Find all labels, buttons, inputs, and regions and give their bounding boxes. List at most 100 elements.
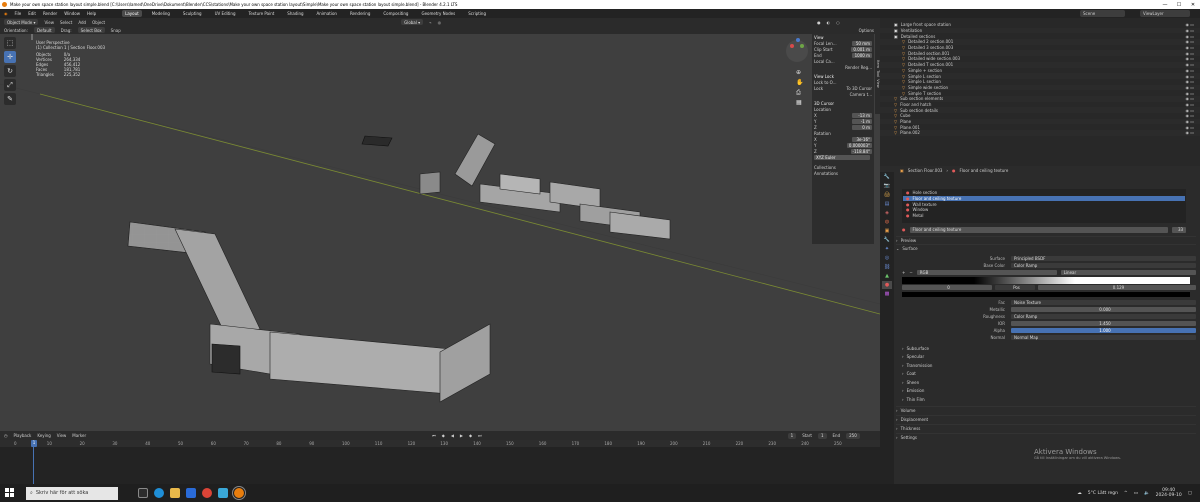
visibility-eye-icon[interactable]: ◉ ▭	[1185, 22, 1194, 27]
focal-length-field[interactable]: 50 mm	[852, 40, 872, 46]
roughness-input-field[interactable]: Color Ramp	[1011, 313, 1196, 320]
material-section-header[interactable]: › Volume	[896, 405, 1196, 415]
modifier-tab-icon[interactable]: 🔧	[882, 236, 892, 244]
menu-render[interactable]: Render	[43, 11, 57, 16]
photos-icon[interactable]	[218, 488, 228, 498]
perspective-toggle-icon[interactable]: ▦	[796, 98, 803, 108]
visibility-eye-icon[interactable]: ◉ ▭	[1185, 56, 1194, 61]
output-tab-icon[interactable]: 🖨	[882, 191, 892, 199]
material-section-header[interactable]: › Settings	[896, 432, 1196, 442]
shading-material-icon[interactable]: ◐	[827, 20, 831, 25]
bsdf-subsection-header[interactable]: › Sheen	[902, 378, 1196, 387]
render-tab-icon[interactable]: 📷	[882, 182, 892, 190]
visibility-eye-icon[interactable]: ◉ ▭	[1185, 85, 1194, 90]
weather-text[interactable]: 5°C Lätt regn	[1088, 491, 1118, 496]
bsdf-subsection-header[interactable]: › Coat	[902, 370, 1196, 379]
visibility-eye-icon[interactable]: ◉ ▭	[1185, 28, 1194, 33]
ramp-color-mode[interactable]: RGB	[916, 269, 1057, 276]
visibility-eye-icon[interactable]: ◉ ▭	[1185, 102, 1194, 107]
material-slot-list[interactable]: ● Hole section ● Floor and ceiling texture…	[902, 189, 1186, 223]
workspace-tab-uv-editing[interactable]: UV Editing	[212, 10, 239, 17]
proportional-edit-icon[interactable]: ◎	[438, 20, 442, 25]
collections-header[interactable]: Collections	[814, 165, 836, 170]
timeline-ruler[interactable]: 0 10 20 30 40 50 60 70 80 90 100 110 120 130 140 150 160…	[0, 440, 880, 447]
render-region-checkbox[interactable]: Render Reg...	[845, 65, 872, 70]
end-frame-field[interactable]: 250	[846, 432, 860, 439]
visibility-eye-icon[interactable]: ◉ ▭	[1185, 113, 1194, 118]
workspace-tab-scripting[interactable]: Scripting	[465, 10, 489, 17]
edge-browser-icon[interactable]	[154, 488, 164, 498]
workspace-tab-modeling[interactable]: Modeling	[149, 10, 173, 17]
data-tab-icon[interactable]: ▲	[882, 272, 892, 280]
visibility-eye-icon[interactable]: ◉ ▭	[1185, 51, 1194, 56]
normal-input-field[interactable]: Normal Map	[1011, 334, 1196, 341]
gizmo-y-axis-icon[interactable]	[800, 44, 804, 48]
user-count-field[interactable]: 33	[1172, 226, 1186, 233]
options-dropdown[interactable]: Options	[859, 28, 874, 33]
clock[interactable]: 09:40 2024-09-10	[1156, 488, 1182, 498]
play-reverse-icon[interactable]: ◀	[451, 433, 454, 438]
tool-tab-icon[interactable]: 🔧	[882, 173, 892, 181]
visibility-eye-icon[interactable]: ◉ ▭	[1185, 119, 1194, 124]
store-icon[interactable]	[186, 488, 196, 498]
preview-panel-header[interactable]: › Preview	[896, 236, 1196, 244]
particles-tab-icon[interactable]: ✦	[882, 245, 892, 253]
viewport-menu-object[interactable]: Object	[92, 20, 105, 25]
camera-view-icon[interactable]: ⎙	[796, 88, 803, 98]
base-color-field[interactable]: Color Ramp	[1011, 262, 1196, 269]
workspace-tab-layout[interactable]: Layout	[122, 10, 142, 17]
mode-selector[interactable]: Object Mode ▾	[4, 19, 39, 25]
object-tab-icon[interactable]: ▣	[882, 227, 892, 235]
add-stop-icon[interactable]: +	[902, 270, 905, 275]
ramp-interpolation[interactable]: Linear	[1060, 269, 1196, 276]
drag-selector[interactable]: Select Box	[77, 27, 105, 33]
prev-key-icon[interactable]: ◆	[442, 433, 445, 438]
select-tool-icon[interactable]: ⬚	[4, 37, 16, 49]
visibility-eye-icon[interactable]: ◉ ▭	[1185, 79, 1194, 84]
view-lock-header[interactable]: View Lock	[814, 74, 834, 79]
small-modules-group[interactable]	[361, 133, 671, 240]
material-section-header[interactable]: › Displacement	[896, 414, 1196, 424]
outliner-item[interactable]: ▽ Plane.002 ◉ ▭	[880, 130, 1200, 136]
visibility-eye-icon[interactable]: ◉ ▭	[1185, 45, 1194, 50]
scene-tab-icon[interactable]: ◈	[882, 209, 892, 217]
timeline-menu-view[interactable]: View	[57, 433, 67, 438]
zoom-icon[interactable]: ⊕	[796, 68, 803, 78]
tray-chevron-icon[interactable]: ^	[1124, 491, 1128, 496]
start-button-icon[interactable]	[5, 488, 14, 497]
material-slot[interactable]: ● Metal	[903, 213, 1185, 219]
bsdf-subsection-header[interactable]: › Specular	[902, 353, 1196, 362]
large-station-corridor[interactable]	[127, 221, 491, 403]
transform-orientation-selector[interactable]: Global ▾	[401, 19, 424, 25]
camera-to-view-checkbox[interactable]: Camera t...	[850, 92, 872, 97]
surface-panel-header[interactable]: ⌄ Surface	[896, 244, 1196, 252]
workspace-tab-sculpting[interactable]: Sculpting	[180, 10, 205, 17]
visibility-eye-icon[interactable]: ◉ ▭	[1185, 74, 1194, 79]
gizmo-x-axis-icon[interactable]	[790, 44, 794, 48]
3d-cursor-header[interactable]: 3D Cursor	[814, 101, 834, 106]
maximize-button[interactable]: ☐	[1172, 0, 1186, 9]
chrome-icon[interactable]	[202, 488, 212, 498]
workspace-tab-rendering[interactable]: Rendering	[347, 10, 373, 17]
workspace-tab-shading[interactable]: Shading	[284, 10, 306, 17]
location-y-field[interactable]: -1 m	[852, 118, 872, 124]
ior-field[interactable]: 1.450	[1011, 320, 1196, 327]
alpha-slider[interactable]: 1.000	[1011, 327, 1196, 334]
surface-shader-field[interactable]: Principled BSDF	[1011, 255, 1196, 262]
viewport-menu-select[interactable]: Select	[60, 20, 72, 25]
next-key-icon[interactable]: ◆	[469, 433, 472, 438]
orientation-selector[interactable]: Default	[33, 27, 55, 33]
clip-end-field[interactable]: 1000 m	[852, 52, 872, 58]
constraints-tab-icon[interactable]: ⛓	[882, 263, 892, 271]
scale-tool-icon[interactable]: ⤢	[4, 79, 16, 91]
file-explorer-icon[interactable]	[170, 488, 180, 498]
location-z-field[interactable]: 0 m	[852, 124, 872, 130]
visibility-eye-icon[interactable]: ◉ ▭	[1185, 39, 1194, 44]
rotate-tool-icon[interactable]: ↻	[4, 65, 16, 77]
network-icon[interactable]: ▭	[1134, 491, 1138, 496]
rotation-y-field[interactable]: 0.000003°	[846, 142, 872, 148]
workspace-tab-compositing[interactable]: Compositing	[380, 10, 411, 17]
timeline-menu-marker[interactable]: Marker	[72, 433, 86, 438]
visibility-eye-icon[interactable]: ◉ ▭	[1185, 108, 1194, 113]
viewport-menu-add[interactable]: Add	[78, 20, 86, 25]
